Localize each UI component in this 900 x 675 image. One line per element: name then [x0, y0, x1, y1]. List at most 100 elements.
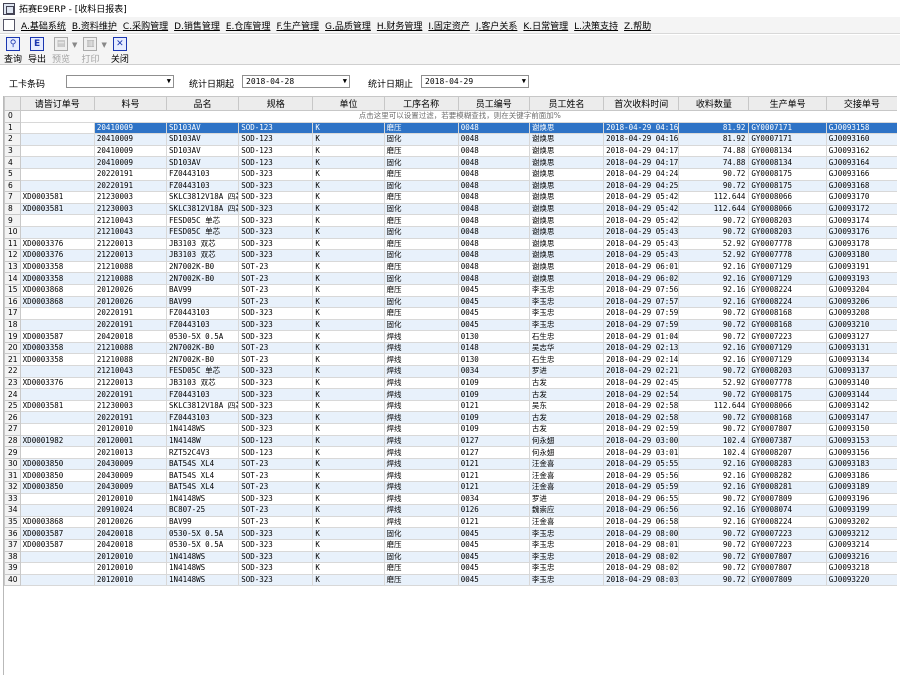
table-cell[interactable]: 2018-04-29 05:42: [603, 214, 680, 227]
table-cell[interactable]: GY0008168: [748, 411, 827, 425]
table-cell[interactable]: XD0003868: [19, 295, 95, 309]
table-cell[interactable]: 2018-04-29 02:58: [603, 399, 680, 413]
table-cell[interactable]: XD0003581: [19, 191, 95, 204]
table-cell[interactable]: GJ0093172: [825, 202, 897, 216]
date-end-picker[interactable]: 2018-04-29 ▼: [421, 75, 529, 88]
table-cell[interactable]: BC807-25: [166, 504, 240, 517]
table-cell[interactable]: K: [312, 399, 385, 413]
table-cell[interactable]: 焊线: [383, 515, 459, 529]
table-cell[interactable]: GJ0093206: [825, 295, 897, 309]
table-cell[interactable]: 2018-04-29 02:58: [603, 411, 680, 425]
table-cell[interactable]: 92.16: [678, 283, 750, 297]
table-cell[interactable]: JB3103 双芯: [166, 237, 240, 251]
table-cell[interactable]: XD0003376: [19, 237, 95, 251]
table-cell[interactable]: [19, 167, 95, 181]
table-cell[interactable]: BAV99: [166, 515, 240, 529]
table-cell[interactable]: GJ0093168: [825, 179, 897, 193]
table-cell[interactable]: 21220013: [93, 237, 168, 251]
table-cell[interactable]: 0130: [457, 330, 530, 343]
table-cell[interactable]: 2018-04-29 06:55: [603, 492, 680, 506]
table-cell[interactable]: 固化: [383, 179, 459, 193]
table-cell[interactable]: 90.72: [678, 330, 750, 343]
table-cell[interactable]: GY0007778: [748, 376, 827, 390]
table-cell[interactable]: 92.16: [678, 504, 750, 517]
table-cell[interactable]: 谢焕思: [528, 272, 605, 285]
table-cell[interactable]: BAT54S XL4: [166, 457, 240, 471]
menu-item-3[interactable]: D.销售管理: [174, 19, 220, 32]
table-cell[interactable]: [19, 144, 95, 158]
chevron-down-icon[interactable]: ▼: [167, 76, 171, 87]
table-cell[interactable]: FZ0443103: [166, 179, 240, 193]
table-cell[interactable]: GY0008224: [748, 515, 827, 529]
table-cell[interactable]: 90.72: [678, 573, 750, 587]
table-cell[interactable]: 0048: [457, 156, 530, 169]
table-cell[interactable]: 20430009: [93, 481, 168, 494]
column-header-9[interactable]: 首次收料时间: [603, 96, 680, 111]
table-cell[interactable]: 0048: [457, 214, 530, 227]
table-cell[interactable]: 21210043: [93, 365, 168, 378]
table-cell[interactable]: 20410009: [93, 144, 168, 158]
table-cell[interactable]: 0127: [457, 446, 530, 459]
table-cell[interactable]: GJ0093153: [825, 434, 897, 448]
table-cell[interactable]: 2018-04-29 05:55: [603, 457, 680, 471]
table-cell[interactable]: 90.72: [678, 307, 750, 320]
table-cell[interactable]: XD0003358: [19, 353, 95, 367]
table-cell[interactable]: K: [312, 423, 385, 436]
table-cell[interactable]: 2N7002K-B0: [166, 260, 240, 274]
table-cell[interactable]: 谢焕思: [528, 202, 605, 216]
table-cell[interactable]: SOT-23: [238, 481, 314, 494]
table-cell[interactable]: 20410009: [93, 133, 168, 146]
table-cell[interactable]: 21210043: [93, 214, 168, 227]
table-cell[interactable]: FESD05C 单芯: [166, 365, 240, 378]
table-cell[interactable]: GY0008134: [748, 156, 827, 169]
column-header-6[interactable]: 工序名称: [383, 96, 459, 111]
table-cell[interactable]: 0126: [457, 504, 530, 517]
table-cell[interactable]: GY0008175: [748, 167, 827, 181]
table-cell[interactable]: K: [312, 202, 385, 216]
table-cell[interactable]: FZ0443103: [166, 388, 240, 401]
table-cell[interactable]: 2018-04-29 06:01: [603, 260, 680, 274]
table-cell[interactable]: XD0003376: [19, 376, 95, 390]
column-header-12[interactable]: 交接单号: [825, 96, 897, 111]
table-cell[interactable]: 2018-04-29 05:42: [603, 202, 680, 216]
table-row[interactable]: 37 XD0003587 20420018 0530-5X 0.5A SOD-323 K 磨…: [4, 538, 897, 552]
table-cell[interactable]: 焊线: [383, 411, 459, 425]
table-cell[interactable]: SOT-23: [238, 283, 314, 297]
table-cell[interactable]: SOD-323: [238, 399, 314, 413]
table-row[interactable]: 22 21210043 FESD05C 单芯 SOD-323 K 焊线 0034 罗进 2018…: [4, 365, 897, 378]
table-row[interactable]: 24 20220191 FZ0443103 SOD-323 K 焊线 0109 古发 2018-…: [4, 388, 897, 401]
table-cell[interactable]: 20410009: [93, 156, 168, 169]
table-cell[interactable]: 90.72: [678, 411, 750, 425]
table-cell[interactable]: FZ0443103: [166, 318, 240, 332]
table-row[interactable]: 38 20120010 1N4148WS SOD-323 K 固化 0045 李玉忠 2018-…: [4, 550, 897, 564]
table-cell[interactable]: 2018-04-29 02:13: [603, 341, 680, 355]
table-row[interactable]: 34 20910024 BC807-25 SOT-23 K 焊线 0126 魏崇应 2018-0…: [4, 504, 897, 517]
table-row[interactable]: 7 XD0003581 21230003 SKLC3812V18A 四芯 SOD-323…: [4, 191, 897, 204]
table-cell[interactable]: 焊线: [383, 330, 459, 343]
table-cell[interactable]: [19, 307, 95, 320]
table-cell[interactable]: 92.16: [678, 295, 750, 309]
table-cell[interactable]: 52.92: [678, 249, 750, 262]
table-cell[interactable]: GJ0093199: [825, 504, 897, 517]
table-cell[interactable]: 焊线: [383, 353, 459, 367]
table-cell[interactable]: GJ0093193: [825, 272, 897, 285]
table-cell[interactable]: GJ0093127: [825, 330, 897, 343]
table-cell[interactable]: SOT-23: [238, 515, 314, 529]
chevron-down-icon[interactable]: ▼: [101, 41, 106, 49]
table-cell[interactable]: 2N7002K-B0: [166, 272, 240, 285]
table-cell[interactable]: 92.16: [678, 341, 750, 355]
filter-hint[interactable]: 点击这里可以设置过滤，若要模糊查找，则在关键字前面加%: [19, 110, 897, 123]
table-cell[interactable]: 20220191: [93, 388, 168, 401]
table-cell[interactable]: [19, 121, 95, 135]
table-cell[interactable]: SOD-323: [238, 191, 314, 204]
table-cell[interactable]: GJ0093142: [825, 399, 897, 413]
table-cell[interactable]: 21230003: [93, 399, 168, 413]
table-cell[interactable]: K: [312, 295, 385, 309]
table-cell[interactable]: GY0008283: [748, 457, 827, 471]
table-cell[interactable]: 92.16: [678, 481, 750, 494]
table-cell[interactable]: 李玉忠: [528, 283, 605, 297]
table-cell[interactable]: SOD-323: [238, 538, 314, 552]
table-cell[interactable]: K: [312, 365, 385, 378]
table-cell[interactable]: [19, 562, 95, 575]
table-cell[interactable]: 石生忠: [528, 353, 605, 367]
